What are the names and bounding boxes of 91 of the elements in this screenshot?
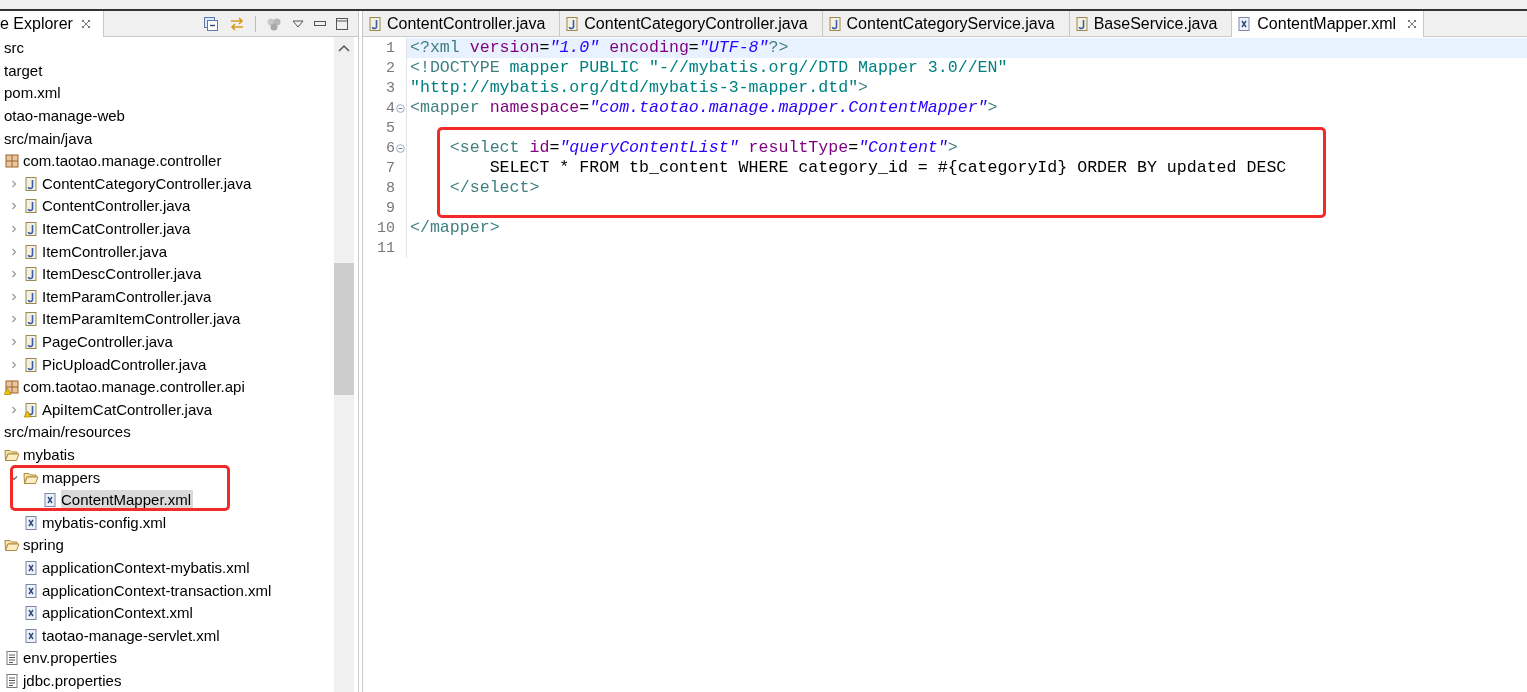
java-file-icon [826, 15, 843, 32]
java-file-icon [23, 334, 39, 350]
xml-file-icon [23, 627, 39, 644]
tree-item[interactable]: applicationContext-transaction.xml [4, 579, 274, 602]
line-number: 3 [386, 79, 395, 97]
code-line: </select> [448, 178, 540, 198]
fold-icon[interactable] [396, 103, 405, 113]
java-file-icon [23, 311, 39, 328]
editor-tab[interactable]: ContentCategoryController.java [560, 11, 823, 36]
code-line: <?xml version="1.0" encoding="UTF-8"?> [410, 38, 789, 58]
close-icon[interactable] [1407, 19, 1417, 29]
line-number: 5 [386, 119, 395, 137]
code-line: </mapper> [410, 218, 500, 238]
tree-item[interactable]: ItemDescController.java [4, 262, 204, 286]
tree-item[interactable]: ItemParamController.java [4, 285, 214, 309]
tree-item[interactable]: jdbc.properties [0, 669, 124, 692]
tree-item[interactable]: com.taotao.manage.controller.api [0, 375, 247, 399]
tree-item[interactable]: ItemCatController.java [4, 217, 193, 241]
line-number: 11 [377, 239, 395, 257]
package-warning-icon [4, 379, 20, 396]
tree-item[interactable]: com.taotao.manage.controller [0, 149, 224, 173]
xml-file-icon [23, 514, 39, 531]
java-file-icon [23, 288, 39, 305]
java-file-icon [23, 266, 39, 283]
java-file-warning-icon [23, 401, 39, 418]
link-icon[interactable] [229, 15, 245, 32]
java-file-icon [367, 15, 383, 32]
scroll-up-icon[interactable] [338, 44, 350, 52]
tree-item[interactable]: ItemParamItemController.java [4, 308, 243, 331]
line-number: 9 [386, 199, 395, 217]
java-file-icon [23, 356, 39, 373]
tree-item[interactable]: ItemController.java [4, 240, 170, 263]
editor-tab[interactable]: ContentCategoryService.java [822, 11, 1070, 36]
code-line: "http://mybatis.org/dtd/mybatis-3-mapper.dtd"> [410, 78, 869, 98]
xml-file-icon [23, 605, 39, 622]
xml-file-icon [42, 492, 58, 509]
java-file-icon [1073, 15, 1090, 32]
tree-item[interactable]: target [0, 59, 45, 83]
tree-item[interactable]: PicUploadController.java [4, 353, 209, 376]
tree-item[interactable]: pom.xml [0, 82, 63, 105]
tree-item[interactable]: ContentCategoryController.java [4, 172, 254, 196]
line-number: 8 [386, 179, 395, 197]
tree-item[interactable]: spring [0, 534, 66, 557]
java-file-icon [564, 15, 581, 32]
tree-item[interactable]: PageController.java [4, 330, 175, 354]
editor-tab[interactable]: ContentMapper.xml [1232, 11, 1424, 37]
scrollbar[interactable] [334, 37, 354, 692]
tree-item[interactable]: mybatis [0, 443, 77, 467]
code-line: <mapper namespace="com.taotao.manage.mapper.ContentMapper"> [410, 98, 998, 118]
code-line: <!DOCTYPE mapper PUBLIC "-//mybatis.org//DTD Mapper 3.0//EN" [410, 58, 1008, 78]
code-line: SELECT * FROM tb_content WHERE category_id = #{categoryId} ORDER BY updated DESC [488, 158, 1287, 178]
line-number: 1 [386, 39, 395, 57]
tree-item[interactable]: applicationContext-mybatis.xml [4, 556, 252, 580]
line-number: 7 [386, 159, 395, 177]
tree-item[interactable]: taotao-manage-servlet.xml [4, 624, 222, 648]
close-icon[interactable] [80, 19, 91, 29]
folder-icon [4, 447, 20, 463]
package-icon [4, 153, 20, 170]
tree-item[interactable]: applicationContext.xml [4, 601, 195, 625]
tree-item[interactable]: src [0, 37, 26, 60]
line-number: 6 [386, 139, 395, 157]
java-file-icon [23, 175, 39, 192]
line-number: 10 [377, 219, 395, 237]
properties-file-icon [4, 672, 20, 689]
tree-item[interactable]: ContentController.java [4, 195, 193, 218]
view-menu-icon[interactable] [292, 19, 304, 28]
tree-item[interactable]: mappers [4, 466, 103, 489]
xml-file-icon [23, 582, 39, 599]
properties-file-icon [4, 650, 20, 667]
xml-file-icon [23, 559, 39, 576]
tree-item[interactable]: mybatis-config.xml [4, 511, 169, 535]
line-number: 4 [386, 99, 395, 117]
minimize-icon[interactable] [314, 20, 326, 27]
line-number: 2 [386, 59, 395, 77]
tree-item[interactable]: ApiItemCatController.java [4, 398, 215, 422]
folder-icon [4, 537, 20, 554]
tree-item[interactable]: otao-manage-web [0, 104, 127, 128]
maximize-icon[interactable] [336, 17, 348, 30]
code-line: <select id="queryContentList" resultType="Content"> [448, 138, 958, 158]
tree-item[interactable]: src/main/java [0, 127, 95, 150]
java-file-icon [23, 221, 39, 238]
xml-file-icon [1236, 16, 1253, 32]
collapse-all-icon[interactable] [203, 15, 219, 32]
view-tab[interactable]: e Explorer [0, 11, 104, 37]
java-file-icon [23, 198, 39, 215]
scrollbar-thumb[interactable] [334, 263, 354, 395]
java-file-icon [23, 243, 39, 260]
tree-item[interactable]: src/main/resources [0, 421, 133, 444]
tree-item[interactable]: env.properties [0, 647, 119, 670]
fold-icon[interactable] [396, 143, 405, 153]
editor-tab[interactable]: ContentController.java [363, 11, 561, 36]
